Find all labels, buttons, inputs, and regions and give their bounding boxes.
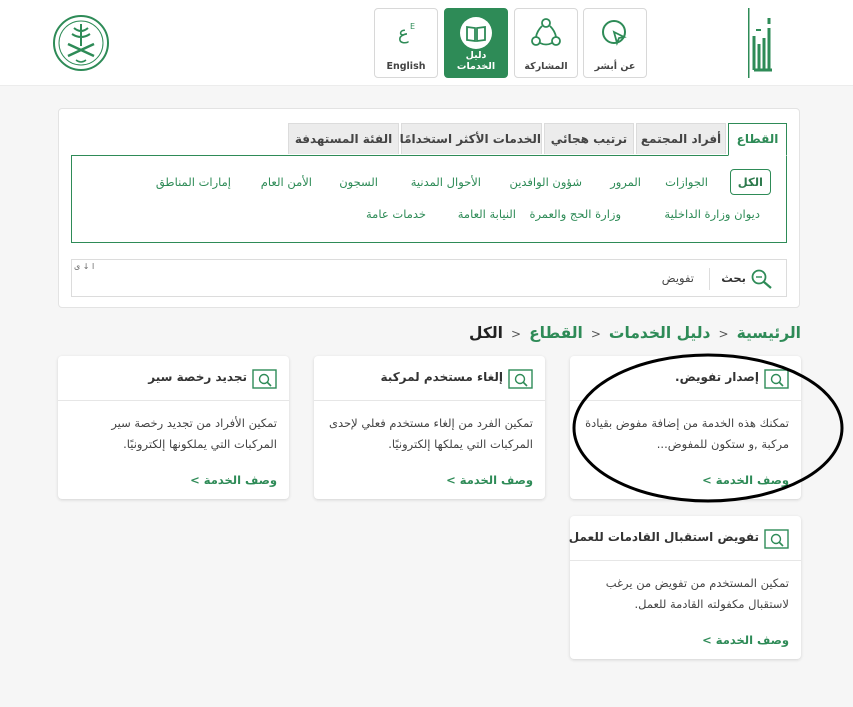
sector-chip-prisons[interactable]: السجون — [339, 175, 378, 189]
sector-chip-hajj-umrah[interactable]: وزارة الحج والعمرة — [529, 207, 621, 221]
sector-chip-public-services[interactable]: خدمات عامة — [366, 207, 426, 221]
tab-sector[interactable]: القطاع — [728, 123, 787, 156]
sector-chip-public-security[interactable]: الأمن العام — [261, 175, 312, 189]
search-button-label[interactable]: بحث — [721, 271, 746, 285]
service-description-link[interactable]: وصف الخدمة > — [190, 473, 277, 487]
tab-most-used[interactable]: الخدمات الأكثر استخدامًا — [400, 123, 542, 154]
card-title: إلغاء مستخدم لمركبة — [380, 370, 503, 384]
saudi-emblem-logo — [53, 15, 109, 71]
breadcrumb-separator: < — [718, 327, 729, 341]
breadcrumb-home[interactable]: الرئيسية — [737, 324, 801, 342]
service-card-renew-registration[interactable]: تجديد رخصة سير تمكين الأفراد من تجديد رخ… — [58, 356, 289, 499]
annotation-ellipse — [572, 353, 844, 503]
search-bar: ا ↓ ى تفويض بحث — [71, 259, 787, 297]
search-divider — [709, 268, 710, 290]
nav-about-absher[interactable]: عن أبشر — [583, 8, 647, 78]
book-icon — [460, 17, 492, 49]
service-search-icon — [764, 529, 789, 549]
tab-alphabetical[interactable]: ترتيب هجائي — [544, 123, 634, 154]
card-header: تفويض استقبال القادمات للعمل — [568, 516, 801, 561]
nav-english[interactable]: ع E English — [374, 8, 438, 78]
svg-text:E: E — [410, 22, 415, 31]
service-search-icon — [508, 369, 533, 389]
nav-about-label: عن أبشر — [594, 61, 636, 72]
sector-chip-expatriates[interactable]: شؤون الوافدين — [509, 175, 582, 189]
breadcrumb-sector[interactable]: القطاع — [529, 324, 583, 342]
sector-chip-all[interactable]: الكل — [729, 169, 771, 195]
card-description: تمكين الأفراد من تجديد رخصة سير المركبات… — [111, 416, 277, 451]
tab-community-members[interactable]: أفراد المجتمع — [636, 123, 726, 154]
sector-chip-civil-affairs[interactable]: الأحوال المدنية — [411, 175, 481, 189]
sector-chip-emirates[interactable]: إمارات المناطق — [156, 175, 231, 189]
nav-share-label: المشاركة — [524, 61, 568, 72]
breadcrumb-services-guide[interactable]: دليل الخدمات — [609, 324, 711, 342]
service-description-link[interactable]: وصف الخدمة > — [446, 473, 533, 487]
info-pointer-icon — [602, 20, 627, 46]
nav-services-label: دليل الخدمات — [456, 50, 496, 72]
breadcrumb-current: الكل — [469, 324, 503, 342]
svg-text:ع: ع — [398, 23, 409, 44]
search-icon[interactable] — [750, 268, 774, 290]
absher-logo — [748, 8, 772, 78]
card-description: تمكين المستخدم من تفويض من يرغب لاستقبال… — [605, 576, 789, 611]
card-title: تجديد رخصة سير — [148, 370, 247, 384]
language-icon: ع E — [398, 22, 415, 44]
card-title: تفويض استقبال القادمات للعمل — [568, 530, 759, 544]
service-description-link[interactable]: وصف الخدمة > — [702, 633, 789, 647]
nav-english-label: English — [386, 61, 426, 72]
breadcrumb-separator: < — [590, 327, 601, 341]
service-search-icon — [252, 369, 277, 389]
search-input[interactable]: تفويض — [662, 271, 694, 285]
sector-chip-passports[interactable]: الجوازات — [665, 175, 708, 189]
service-card-cancel-vehicle-user[interactable]: إلغاء مستخدم لمركبة تمكين الفرد من إلغاء… — [314, 356, 545, 499]
sector-chip-traffic[interactable]: المرور — [610, 175, 641, 189]
nav-services-guide[interactable]: دليل الخدمات — [444, 8, 508, 78]
top-header: عن أبشر المشاركة دليل الخدمات ع E Englis… — [0, 0, 853, 86]
breadcrumb: الرئيسية < دليل الخدمات < القطاع < الكل — [469, 324, 801, 342]
sector-chip-public-prosecution[interactable]: النيابة العامة — [458, 207, 516, 221]
search-side-label: ا ↓ ى — [74, 262, 95, 271]
breadcrumb-separator: < — [511, 327, 522, 341]
card-description: تمكين الفرد من إلغاء مستخدم فعلي لإحدى ا… — [328, 416, 533, 451]
nav-share[interactable]: المشاركة — [514, 8, 578, 78]
filter-panel: القطاع أفراد المجتمع ترتيب هجائي الخدمات… — [58, 108, 800, 308]
sector-tabpanel: الكل الجوازات المرور شؤون الوافدين الأحو… — [71, 155, 787, 243]
tab-target-group[interactable]: الفئة المستهدفة — [288, 123, 399, 154]
service-card-worker-reception-authorization[interactable]: تفويض استقبال القادمات للعمل تمكين المست… — [568, 516, 801, 659]
card-header: تجديد رخصة سير — [58, 356, 289, 401]
share-network-icon — [531, 18, 561, 46]
card-header: إلغاء مستخدم لمركبة — [314, 356, 545, 401]
sector-chip-interior-diwan[interactable]: ديوان وزارة الداخلية — [664, 207, 760, 221]
